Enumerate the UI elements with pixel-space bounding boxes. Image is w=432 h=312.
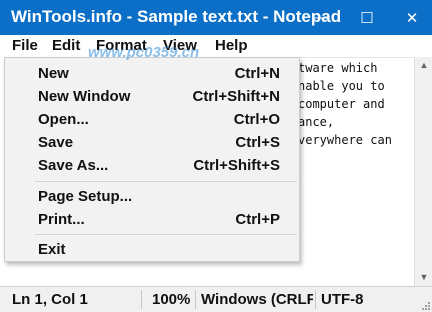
title-bar: WinTools.info - Sample text.txt - Notepa… — [0, 0, 432, 35]
menu-item-label: Save As... — [38, 157, 109, 174]
menu-item-shortcut: Ctrl+S — [235, 134, 280, 151]
menu-item-open[interactable]: Open... Ctrl+O — [5, 108, 299, 131]
editor-line: verywhere can — [298, 133, 392, 147]
menu-item-save[interactable]: Save Ctrl+S — [5, 131, 299, 154]
resize-grip-icon[interactable] — [420, 300, 430, 310]
menu-item-shortcut: Ctrl+N — [234, 65, 280, 82]
cursor-position: Ln 1, Col 1 — [12, 291, 88, 308]
status-divider — [141, 290, 142, 309]
status-divider — [195, 290, 196, 309]
file-menu-dropdown: New Ctrl+N New Window Ctrl+Shift+N Open.… — [4, 57, 300, 262]
menu-item-print[interactable]: Print... Ctrl+P — [5, 208, 299, 231]
menu-item-new-window[interactable]: New Window Ctrl+Shift+N — [5, 85, 299, 108]
maximize-button[interactable]: ☐ — [345, 0, 389, 35]
menu-item-label: Page Setup... — [38, 188, 133, 205]
menu-item-label: New Window — [38, 88, 131, 105]
editor-line: ance, — [298, 115, 335, 129]
status-bar: Ln 1, Col 1 100% Windows (CRLF) UTF-8 — [0, 286, 432, 312]
minimize-button[interactable]: — — [300, 0, 344, 35]
scroll-down-icon[interactable]: ▼ — [415, 269, 432, 286]
menu-separator — [35, 181, 297, 182]
window-title: WinTools.info - Sample text.txt - Notepa… — [11, 7, 342, 26]
menu-item-shortcut: Ctrl+Shift+N — [192, 88, 280, 105]
editor-line: nable you to — [298, 79, 385, 93]
menu-item-label: Open... — [38, 111, 89, 128]
menu-item-label: Exit — [38, 241, 66, 258]
minimize-icon: — — [314, 9, 330, 26]
menu-item-label: Save — [38, 134, 74, 151]
line-ending: Windows (CRLF) — [201, 291, 313, 308]
editor-line: tware which — [298, 61, 378, 75]
menu-item-label: Print... — [38, 211, 85, 228]
watermark-logo: www.pc0359.cn — [88, 44, 200, 61]
menu-item-label: New — [38, 65, 69, 82]
close-button[interactable]: ✕ — [390, 0, 432, 35]
menu-item-shortcut: Ctrl+P — [235, 211, 280, 228]
menu-item-shortcut: Ctrl+Shift+S — [193, 157, 280, 174]
menu-edit[interactable]: Edit — [52, 37, 80, 54]
menu-bar: File Edit Format View Help — [0, 35, 432, 57]
menu-item-exit[interactable]: Exit — [5, 238, 299, 261]
menu-item-page-setup[interactable]: Page Setup... — [5, 185, 299, 208]
menu-item-save-as[interactable]: Save As... Ctrl+Shift+S — [5, 154, 299, 177]
vertical-scrollbar[interactable]: ▲ ▼ — [414, 57, 432, 286]
zoom-level: 100% — [152, 291, 191, 308]
menu-help[interactable]: Help — [215, 37, 248, 54]
menu-file[interactable]: File — [12, 37, 38, 54]
menu-item-shortcut: Ctrl+O — [233, 111, 280, 128]
menu-separator — [35, 234, 297, 235]
maximize-icon: ☐ — [360, 9, 374, 27]
encoding: UTF-8 — [321, 291, 364, 308]
status-divider — [315, 290, 316, 309]
editor-line: computer and — [298, 97, 385, 111]
close-icon: ✕ — [405, 9, 419, 27]
menu-item-new[interactable]: New Ctrl+N — [5, 62, 299, 85]
scroll-up-icon[interactable]: ▲ — [415, 57, 432, 74]
